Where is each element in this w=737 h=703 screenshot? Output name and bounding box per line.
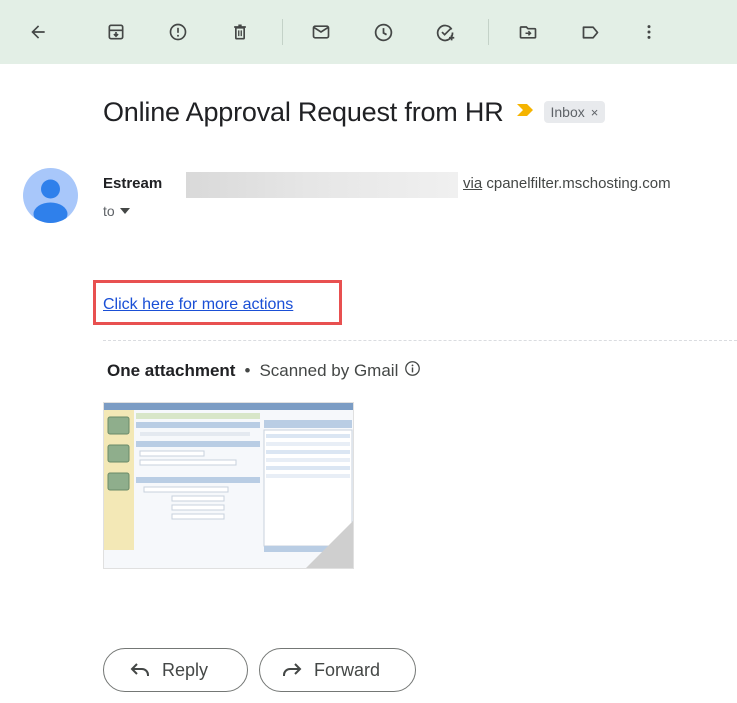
inbox-label-chip[interactable]: Inbox × [543, 101, 606, 123]
attachment-thumbnail[interactable] [103, 402, 354, 569]
snooze-button[interactable] [367, 16, 399, 48]
sender-via: via cpanelfilter.mschosting.com [463, 175, 671, 192]
back-button[interactable] [22, 16, 54, 48]
person-icon [33, 179, 68, 223]
recipient-details-toggle[interactable]: to [103, 203, 130, 219]
attachments-header: One attachment • Scanned by Gmail [107, 360, 421, 382]
attachment-divider [103, 340, 737, 341]
more-vert-icon [647, 25, 651, 39]
importance-marker[interactable] [516, 103, 534, 122]
via-domain: cpanelfilter.mschosting.com [486, 175, 671, 192]
back-arrow-icon [31, 25, 45, 39]
redacted-sender-address [186, 172, 458, 198]
remove-label-button[interactable]: × [591, 105, 599, 120]
email-subject: Online Approval Request from HR [103, 96, 504, 127]
mark-unread-button[interactable] [305, 16, 337, 48]
toolbar-divider [282, 19, 283, 45]
archive-button[interactable] [100, 16, 132, 48]
attachment-count: One attachment [107, 361, 236, 380]
move-to-button[interactable] [512, 16, 544, 48]
header-separator: • [244, 361, 251, 380]
report-spam-icon [169, 23, 187, 41]
scanned-by-gmail: Scanned by Gmail [259, 361, 399, 380]
to-label: to [103, 203, 115, 219]
delete-icon [234, 24, 246, 40]
toolbar [0, 0, 737, 64]
more-actions-link[interactable]: Click here for more actions [103, 296, 293, 314]
delete-button[interactable] [224, 16, 256, 48]
forward-button[interactable]: Forward [259, 648, 416, 692]
label-chip-text: Inbox [550, 104, 585, 120]
reply-label: Reply [162, 659, 209, 680]
reply-icon [130, 663, 149, 676]
labels-button[interactable] [574, 16, 606, 48]
mark-unread-icon [312, 25, 330, 39]
reply-button[interactable]: Reply [103, 648, 248, 692]
sender-avatar[interactable] [23, 168, 78, 223]
report-spam-button[interactable] [162, 16, 194, 48]
sender-name[interactable]: Estream [103, 175, 162, 192]
toolbar-divider [488, 19, 489, 45]
forward-label: Forward [314, 659, 381, 680]
subject-row: Online Approval Request from HR Inbox × [103, 92, 606, 132]
archive-icon [108, 24, 124, 40]
forward-icon [283, 663, 302, 676]
more-options-button[interactable] [633, 16, 665, 48]
add-to-tasks-button[interactable] [429, 16, 461, 48]
via-link[interactable]: via [463, 175, 482, 192]
labels-icon [582, 25, 598, 39]
caret-down-icon [119, 208, 130, 214]
add-to-tasks-icon [436, 24, 454, 41]
attachment-preview-image [104, 403, 353, 568]
snooze-icon [374, 23, 392, 41]
move-to-icon [519, 26, 537, 39]
importance-icon [516, 103, 533, 116]
scan-info-button[interactable] [404, 360, 421, 382]
info-icon [405, 361, 421, 376]
